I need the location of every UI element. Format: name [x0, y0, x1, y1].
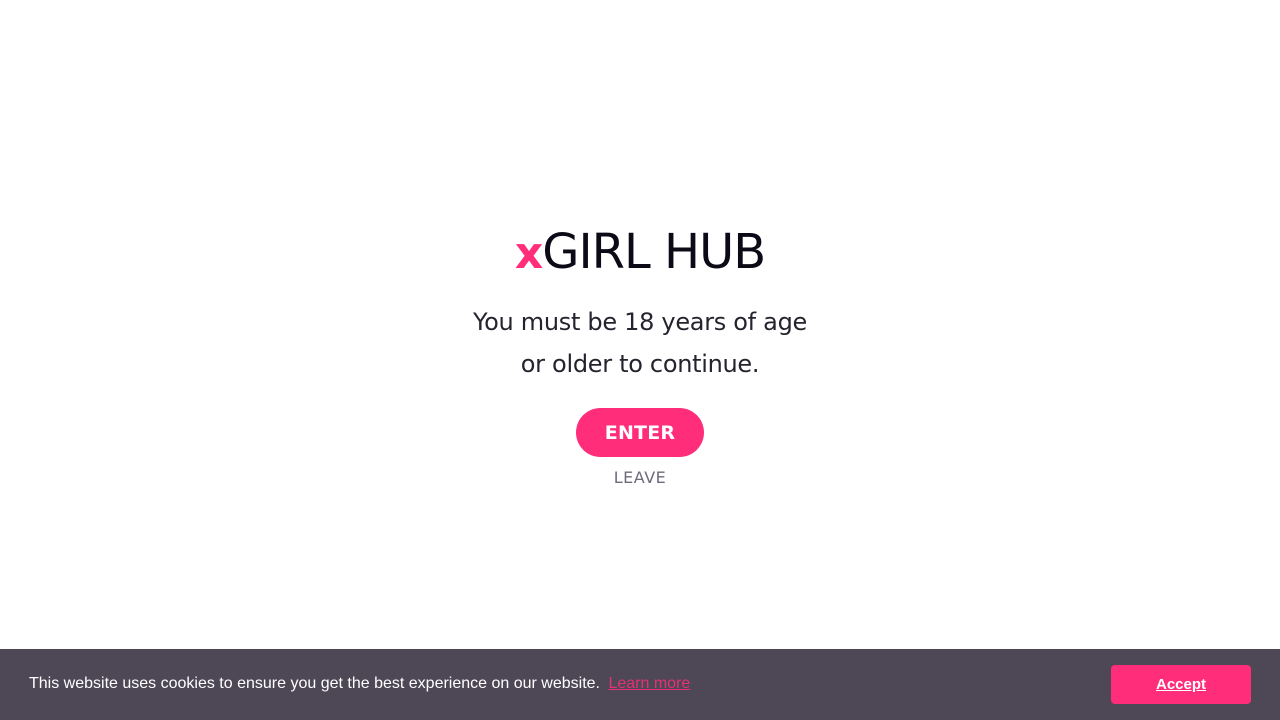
age-gate-modal: xGIRL HUB You must be 18 years of age or… — [0, 0, 1280, 649]
age-message-line-2: or older to continue. — [520, 350, 760, 378]
enter-button[interactable]: ENTER — [576, 408, 704, 457]
age-verification-message: You must be 18 years of age or older to … — [0, 301, 1280, 385]
cookie-message: This website uses cookies to ensure you … — [29, 673, 690, 695]
logo-x-mark: x — [514, 228, 543, 279]
leave-link[interactable]: LEAVE — [614, 468, 667, 487]
site-logo: xGIRL HUB — [0, 222, 1280, 284]
accept-cookies-button[interactable]: Accept — [1111, 665, 1251, 704]
age-message-line-1: You must be 18 years of age — [473, 308, 807, 336]
learn-more-link[interactable]: Learn more — [608, 675, 690, 692]
cookie-message-text: This website uses cookies to ensure you … — [29, 675, 600, 692]
leave-link-row: LEAVE — [0, 467, 1280, 489]
logo-name: GIRL HUB — [542, 224, 766, 280]
